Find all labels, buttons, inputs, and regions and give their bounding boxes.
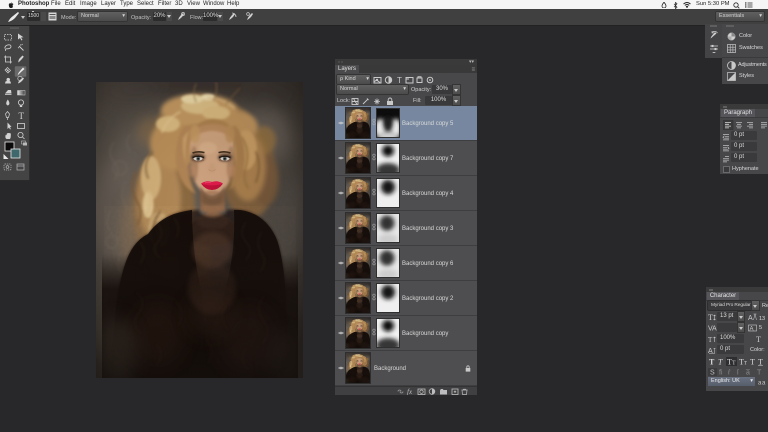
svg-text:a̅: a̅: [745, 370, 751, 377]
svg-text:T: T: [708, 313, 713, 321]
svg-text:ſ: ſ: [737, 370, 739, 377]
svg-text:ŕ: ŕ: [728, 370, 731, 377]
svg-text:A: A: [750, 327, 754, 333]
svg-text:T: T: [397, 76, 402, 84]
svg-text:T: T: [718, 358, 723, 367]
svg-text:T: T: [744, 362, 747, 367]
svg-text:T: T: [708, 336, 713, 343]
svg-text:T: T: [758, 358, 763, 367]
svg-text:T: T: [732, 361, 736, 367]
svg-text:A: A: [708, 348, 713, 354]
svg-text:T: T: [19, 111, 25, 121]
svg-text:ﬁ: ﬁ: [719, 370, 723, 377]
svg-text:T: T: [750, 358, 755, 367]
svg-text:T: T: [757, 370, 762, 377]
svg-text:fx: fx: [407, 388, 413, 395]
svg-text:T: T: [756, 335, 761, 343]
svg-text:A: A: [748, 315, 753, 321]
svg-text:S: S: [710, 370, 715, 377]
svg-text:a: a: [762, 381, 766, 387]
svg-text:T: T: [709, 358, 715, 367]
